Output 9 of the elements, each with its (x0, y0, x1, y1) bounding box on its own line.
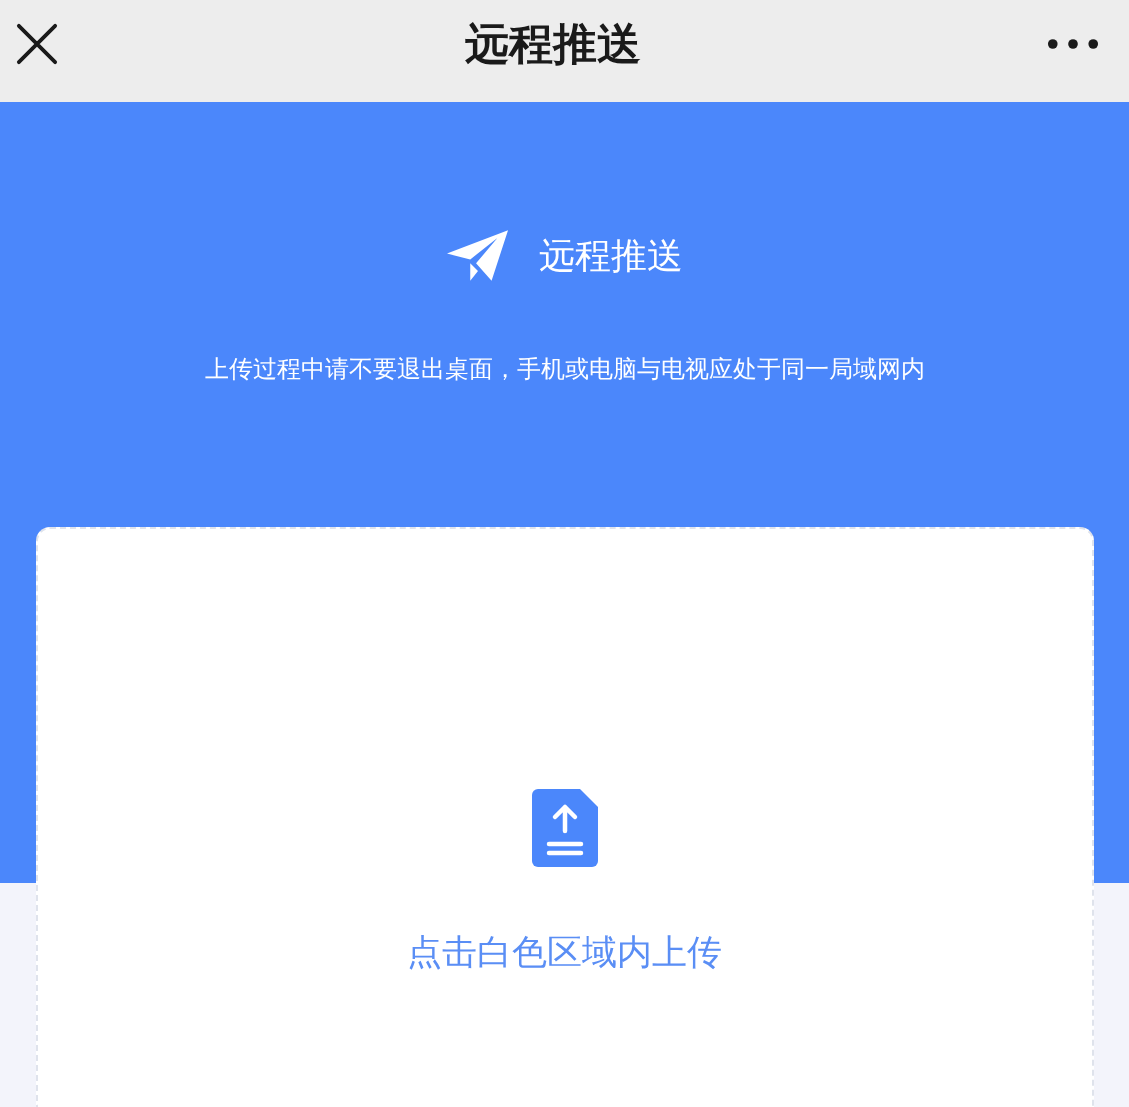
close-icon[interactable] (16, 23, 58, 65)
notice-text: 上传过程中请不要退出桌面，手机或电脑与电视应处于同一局域网内 (204, 354, 925, 385)
upload-prompt: 点击白色区域内上传 (407, 931, 722, 974)
section-title: 远程推送 (538, 234, 683, 278)
file-upload-icon (531, 789, 598, 867)
paper-plane-icon (446, 230, 509, 283)
more-icon[interactable] (1047, 38, 1099, 50)
nav-title: 远程推送 (464, 16, 641, 71)
upload-area[interactable]: 点击白色区域内上传 (35, 527, 1094, 1107)
